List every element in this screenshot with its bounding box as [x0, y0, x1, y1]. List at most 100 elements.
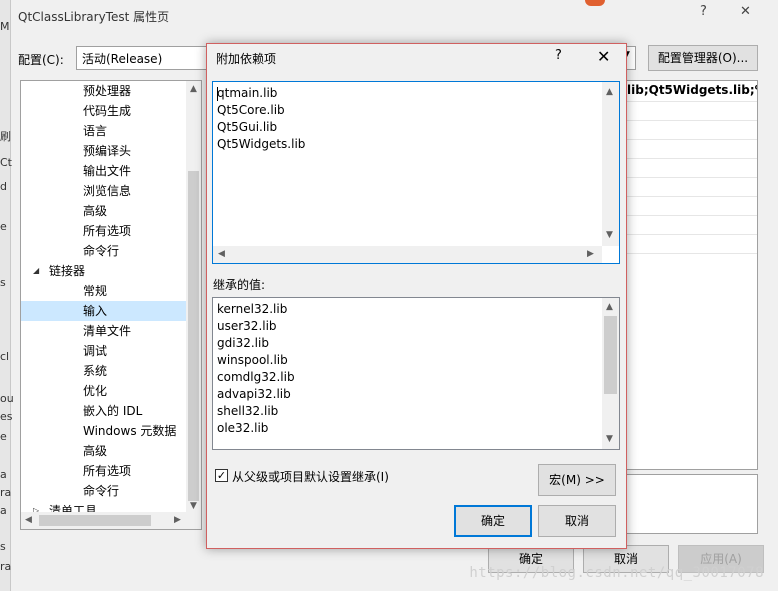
background-fragment-text: es — [0, 410, 13, 423]
tree-item-label: Windows 元数据 — [83, 424, 177, 438]
editor-vertical-scrollbar[interactable]: ▲ ▼ — [602, 82, 619, 246]
tree-item-label: 链接器 — [49, 264, 86, 278]
dependency-line: Qt5Gui.lib — [217, 120, 278, 134]
window-close-button[interactable]: ✕ — [740, 4, 751, 19]
scroll-down-icon[interactable]: ▼ — [606, 230, 613, 240]
inherit-checkbox[interactable]: ✓ — [215, 469, 228, 482]
tree-item[interactable]: 浏览信息 — [21, 181, 186, 201]
grid-divider — [627, 177, 757, 178]
background-fragment-text: ra — [0, 486, 12, 499]
background-fragment-text: e — [0, 220, 7, 233]
inherited-line: comdlg32.lib — [217, 370, 295, 384]
grid-divider — [627, 120, 757, 121]
tree-item-label: 清单文件 — [83, 324, 132, 338]
scroll-up-icon[interactable]: ▲ — [190, 84, 197, 94]
tree-item[interactable]: 所有选项 — [21, 461, 186, 481]
tree-hscroll-thumb[interactable] — [39, 515, 151, 526]
tree-item-label: 常规 — [83, 284, 108, 298]
inherited-line: winspool.lib — [217, 353, 288, 367]
tray-logo-icon — [585, 0, 605, 6]
grid-divider — [627, 253, 757, 254]
tree-vertical-scrollbar[interactable]: ▲ ▼ — [186, 81, 201, 512]
property-grid[interactable]: lib;Qt5Widgets.lib;%(/ — [626, 80, 758, 470]
background-fragment-text: d — [0, 180, 7, 193]
background-fragment-text: ou — [0, 392, 14, 405]
tree-item[interactable]: 预处理器 — [21, 81, 186, 101]
dependency-line: Qt5Core.lib — [217, 103, 285, 117]
tree-item[interactable]: 嵌入的 IDL — [21, 401, 186, 421]
dialog-close-button[interactable]: ✕ — [597, 47, 610, 66]
grid-divider — [627, 196, 757, 197]
tree-item[interactable]: 语言 — [21, 121, 186, 141]
tree-item-label: 调试 — [83, 344, 108, 358]
expanded-arrow-icon[interactable]: ◢ — [33, 261, 39, 281]
tree-item[interactable]: 预编译头 — [21, 141, 186, 161]
grid-divider — [627, 158, 757, 159]
inherited-line: kernel32.lib — [217, 302, 288, 316]
tree-item[interactable]: 系统 — [21, 361, 186, 381]
inherited-values-label: 继承的值: — [213, 278, 266, 292]
dialog-cancel-button[interactable]: 取消 — [538, 505, 616, 537]
tree-item[interactable]: Windows 元数据 — [21, 421, 186, 441]
property-tree[interactable]: 预处理器 代码生成 语言 预编译头 输出文件 浏览信息 高级 所有选项 命令行 ◢ 链接器 常规 输入清… — [20, 80, 202, 530]
text-caret — [217, 87, 218, 101]
tree-scroll-thumb[interactable] — [188, 171, 199, 501]
window-help-button[interactable]: ? — [700, 4, 707, 19]
dialog-ok-button[interactable]: 确定 — [454, 505, 532, 537]
inherited-line: user32.lib — [217, 319, 277, 333]
window-title: QtClassLibraryTest 属性页 — [18, 10, 170, 24]
dependency-line: Qt5Widgets.lib — [217, 137, 306, 151]
tree-item[interactable]: 命令行 — [21, 241, 186, 261]
scroll-down-icon[interactable]: ▼ — [190, 501, 197, 511]
tree-item-label: 预编译头 — [83, 144, 132, 158]
tree-item[interactable]: 高级 — [21, 201, 186, 221]
inherited-values-list: kernel32.lib user32.lib gdi32.lib winspo… — [212, 297, 620, 450]
watermark: https://blog.csdn.net/qq_30017078 — [469, 565, 764, 581]
grid-divider — [627, 215, 757, 216]
tree-item[interactable]: 输入 — [21, 301, 186, 321]
grid-divider — [627, 234, 757, 235]
inherited-scroll-thumb[interactable] — [604, 316, 617, 394]
config-combobox[interactable]: 活动(Release) — [76, 46, 208, 70]
config-combobox-value: 活动(Release) — [82, 52, 163, 66]
background-fragment-text: cl — [0, 350, 10, 363]
inherit-checkbox-label[interactable]: 从父级或项目默认设置继承(I) — [232, 468, 389, 485]
grid-divider — [627, 101, 757, 102]
dependency-line: qtmain.lib — [217, 86, 278, 100]
inherited-vertical-scrollbar[interactable]: ▲ ▼ — [602, 298, 619, 449]
tree-horizontal-scrollbar[interactable]: ◀ ▶ — [21, 512, 201, 529]
tree-item[interactable]: 清单文件 — [21, 321, 186, 341]
tree-item[interactable]: 代码生成 — [21, 101, 186, 121]
config-label: 配置(C): — [18, 53, 64, 67]
tree-item[interactable]: 输出文件 — [21, 161, 186, 181]
inherited-line: gdi32.lib — [217, 336, 269, 350]
editor-horizontal-scrollbar[interactable]: ◀ ▶ — [213, 246, 602, 263]
dialog-help-button[interactable]: ? — [555, 48, 562, 63]
background-fragment-text: a — [0, 468, 7, 481]
scroll-right-icon[interactable]: ▶ — [587, 249, 594, 259]
scroll-left-icon[interactable]: ◀ — [25, 515, 32, 525]
inherited-line: advapi32.lib — [217, 387, 291, 401]
background-fragment-text: 刷 — [0, 130, 11, 143]
background-fragment-text: s — [0, 276, 6, 289]
tree-item[interactable]: 调试 — [21, 341, 186, 361]
scroll-right-icon[interactable]: ▶ — [174, 515, 181, 525]
scroll-down-icon[interactable]: ▼ — [606, 434, 613, 444]
tree-item[interactable]: 常规 — [21, 281, 186, 301]
scroll-up-icon[interactable]: ▲ — [606, 87, 613, 97]
background-fragment-text: Ct — [0, 156, 12, 169]
config-manager-button[interactable]: 配置管理器(O)... — [648, 45, 758, 71]
tree-item[interactable]: ◢ 链接器 — [21, 261, 186, 281]
macros-button[interactable]: 宏(M) >> — [538, 464, 616, 496]
tree-item[interactable]: 所有选项 — [21, 221, 186, 241]
scroll-left-icon[interactable]: ◀ — [218, 249, 225, 259]
tree-item[interactable]: 高级 — [21, 441, 186, 461]
tree-item[interactable]: 优化 — [21, 381, 186, 401]
tree-item-label: 命令行 — [83, 484, 120, 498]
check-icon: ✓ — [216, 469, 227, 482]
dependencies-textbox[interactable]: qtmain.lib Qt5Core.lib Qt5Gui.lib Qt5Wid… — [212, 81, 620, 264]
background-fragment-text: M — [0, 20, 10, 33]
scroll-up-icon[interactable]: ▲ — [606, 302, 613, 312]
tree-item[interactable]: 命令行 — [21, 481, 186, 501]
tree-item-label: 嵌入的 IDL — [83, 404, 143, 418]
